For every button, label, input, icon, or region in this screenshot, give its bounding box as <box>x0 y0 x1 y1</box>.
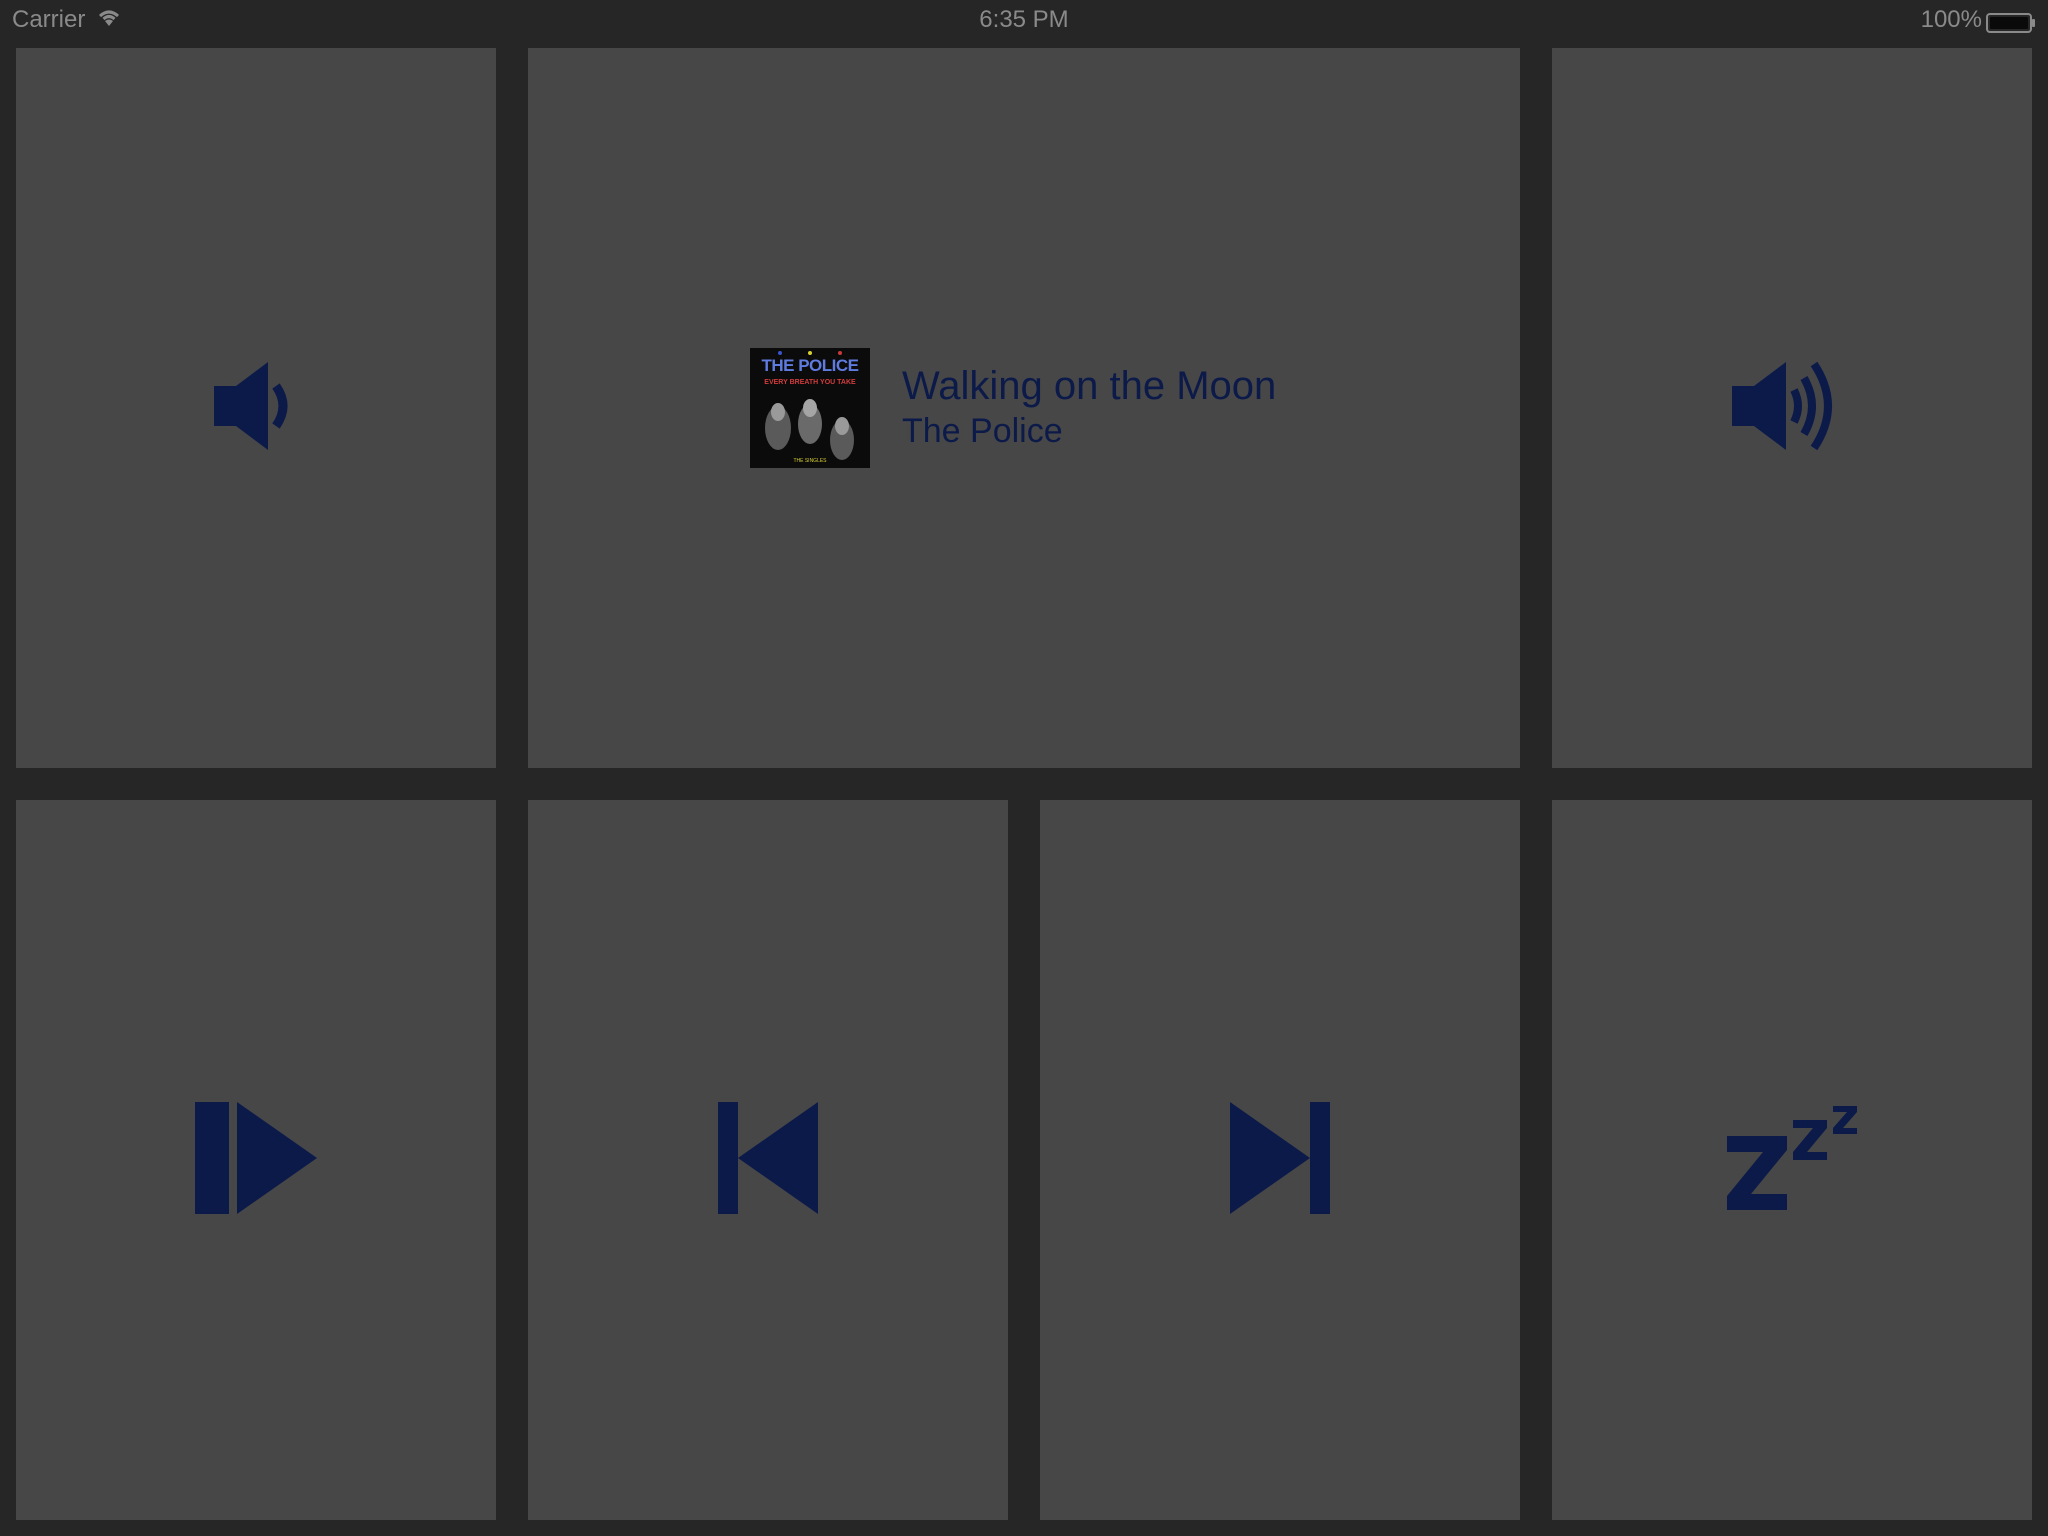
track-artist: The Police <box>902 412 1063 450</box>
status-time: 6:35 PM <box>979 6 1069 33</box>
speaker-low-icon <box>206 356 306 461</box>
album-title-text: EVERY BREATH YOU TAKE <box>764 379 856 386</box>
speaker-high-icon <box>1722 346 1862 471</box>
volume-down-button[interactable] <box>16 48 496 768</box>
sleep-zzz-icon <box>1727 1105 1857 1215</box>
battery-icon <box>1986 12 2036 40</box>
sleep-timer-button[interactable] <box>1552 800 2032 1520</box>
status-bar: Carrier 6:35 PM 100% <box>0 0 2048 40</box>
volume-up-button[interactable] <box>1552 48 2032 768</box>
now-playing-info[interactable]: THE POLICE EVERY BREATH YOU TAKE THE SIN… <box>750 348 1276 468</box>
album-band-text: THE POLICE <box>761 356 859 375</box>
album-art: THE POLICE EVERY BREATH YOU TAKE THE SIN… <box>750 348 870 468</box>
skip-next-icon <box>1230 1101 1330 1219</box>
skip-previous-icon <box>718 1101 818 1219</box>
play-pause-button[interactable] <box>16 800 496 1520</box>
album-edition-text: THE SINGLES <box>793 458 827 464</box>
next-track-button[interactable] <box>1040 800 1520 1520</box>
play-pause-icon <box>195 1101 317 1219</box>
battery-percent: 100% <box>1920 6 1982 33</box>
previous-track-button[interactable] <box>528 800 1008 1520</box>
track-title: Walking on the Moon <box>902 364 1277 408</box>
track-text: Walking on the Moon The Police <box>902 363 1276 453</box>
